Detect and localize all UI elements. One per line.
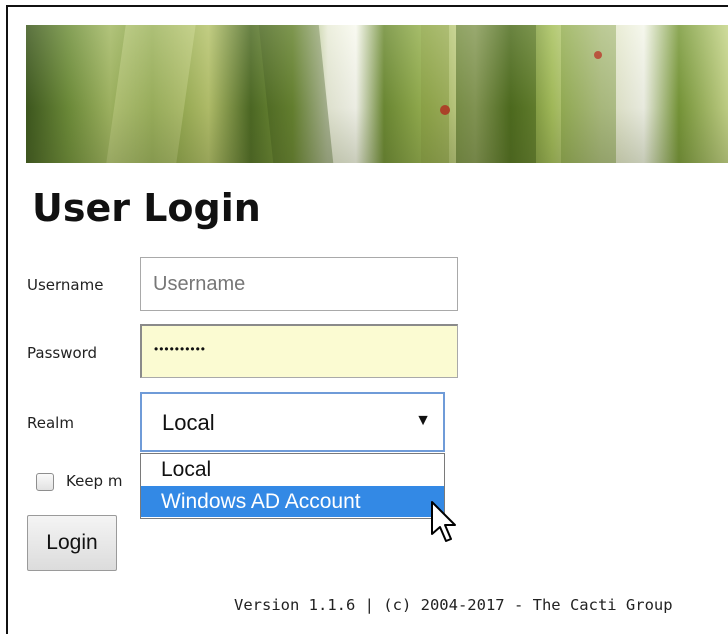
realm-label: Realm (27, 414, 74, 432)
realm-select[interactable]: Local ▼ (140, 392, 445, 452)
realm-option-local[interactable]: Local (141, 454, 444, 485)
keep-signed-in-checkbox[interactable] (36, 473, 54, 491)
password-label: Password (27, 344, 98, 362)
login-button[interactable]: Login (27, 515, 117, 571)
header-banner-image (26, 25, 728, 163)
version-footer: Version 1.1.6 | (c) 2004-2017 - The Cact… (234, 596, 673, 614)
password-field[interactable]: •••••••••• (140, 324, 458, 378)
realm-selected-value: Local (162, 410, 215, 435)
realm-dropdown-list[interactable]: Local Windows AD Account (140, 453, 445, 519)
username-field[interactable]: Username (140, 257, 458, 311)
password-value: •••••••••• (154, 342, 207, 356)
mouse-pointer-icon (431, 501, 456, 542)
realm-option-windows-ad[interactable]: Windows AD Account (141, 486, 444, 517)
triangle-down-icon: ▼ (415, 412, 431, 429)
username-label: Username (27, 276, 104, 294)
page-title: User Login (32, 186, 261, 230)
keep-signed-in-label: Keep m (66, 472, 123, 490)
